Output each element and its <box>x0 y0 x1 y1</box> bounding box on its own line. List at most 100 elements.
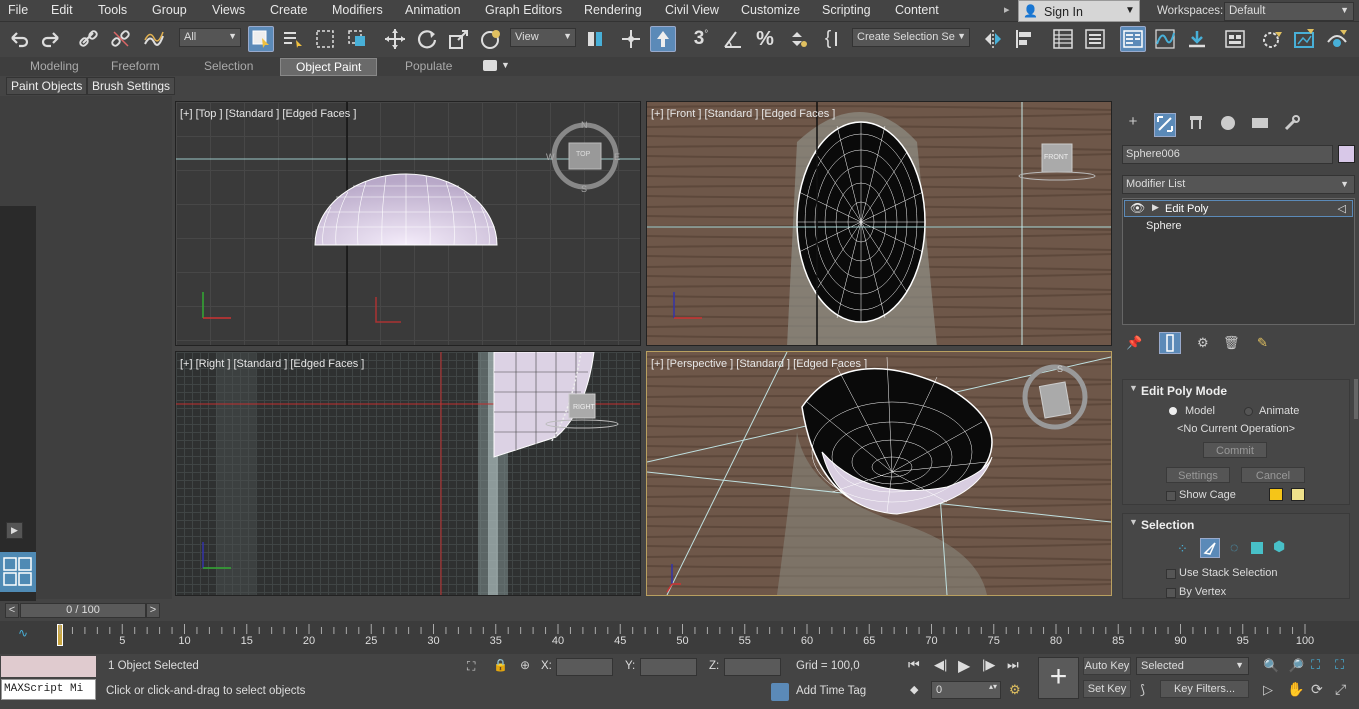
edit-poly-mode-title[interactable]: Edit Poly Mode <box>1141 384 1227 398</box>
material-editor-icon[interactable] <box>1222 26 1248 52</box>
menu-customize[interactable]: Customize <box>741 3 800 17</box>
object-color-swatch[interactable] <box>1338 145 1355 163</box>
render-setup-icon[interactable] <box>1260 26 1286 52</box>
vertex-subobject-icon[interactable]: ⁘ <box>1177 541 1188 557</box>
x-coordinate-field[interactable] <box>556 658 613 676</box>
snaps-toggle-icon[interactable]: 3 ° <box>688 26 714 52</box>
viewport-label-top[interactable]: [+] [Top ] [Standard ] [Edged Faces ] <box>180 108 356 120</box>
zoom-icon[interactable]: 🔍 <box>1263 658 1279 674</box>
create-tab-icon[interactable]: + <box>1122 113 1144 135</box>
collapse-icon[interactable]: ▼ <box>1129 383 1138 393</box>
z-coordinate-field[interactable] <box>724 658 781 676</box>
collapse-icon[interactable]: ▼ <box>1129 517 1138 527</box>
tab-modeling[interactable]: Modeling <box>30 59 79 73</box>
rotate-icon[interactable] <box>414 26 440 52</box>
viewcube-face-top[interactable]: TOP <box>576 151 590 158</box>
spinner-icon[interactable]: ▴▾ <box>989 682 997 691</box>
play-icon[interactable]: ▶ <box>958 656 970 676</box>
cage-color-swatch[interactable] <box>1269 488 1283 501</box>
maxscript-listener-pink[interactable] <box>1 656 96 677</box>
sign-in-dropdown[interactable]: 👤 Sign In ▼ <box>1018 0 1140 22</box>
scale-icon[interactable] <box>446 26 472 52</box>
move-icon[interactable] <box>382 26 408 52</box>
time-slider[interactable]: 0 / 100 <box>20 603 146 618</box>
menu-scripting[interactable]: Scripting <box>822 3 871 17</box>
model-radio[interactable] <box>1169 407 1177 415</box>
percent-snap-icon[interactable]: % <box>752 26 778 52</box>
menu-animation[interactable]: Animation <box>405 3 461 17</box>
viewcube-face-front[interactable]: FRONT <box>1044 154 1068 161</box>
schematic-view-icon[interactable] <box>1184 26 1210 52</box>
menu-group[interactable]: Group <box>152 3 187 17</box>
eye-icon[interactable]: 👁 <box>1130 201 1145 215</box>
use-stack-selection-checkbox[interactable] <box>1166 569 1176 579</box>
tab-selection[interactable]: Selection <box>204 59 253 73</box>
go-to-start-icon[interactable]: ⏮ <box>908 657 920 673</box>
border-subobject-icon[interactable]: ◌ <box>1230 539 1238 555</box>
bind-spacewarp-icon[interactable] <box>140 26 166 52</box>
menu-edit[interactable]: Edit <box>51 3 73 17</box>
pivot-center-icon[interactable] <box>582 26 608 52</box>
add-time-tag[interactable]: Add Time Tag <box>796 685 866 697</box>
zoom-extents-all-icon[interactable]: ⛶ <box>1335 657 1344 673</box>
placement-icon[interactable] <box>478 26 504 52</box>
tab-object-paint[interactable]: Object Paint <box>280 58 378 76</box>
rectangular-selection-icon[interactable] <box>312 26 338 52</box>
key-mode-toggle-icon[interactable]: ◆ <box>910 683 918 696</box>
zoom-all-icon[interactable]: 🔎 <box>1288 658 1304 674</box>
pan-icon[interactable]: ✋ <box>1287 681 1304 698</box>
expand-arrow-icon[interactable]: ▶ <box>1152 202 1159 213</box>
viewport-layout-icon[interactable] <box>0 552 36 592</box>
brush-settings-button[interactable]: Brush Settings <box>87 77 176 95</box>
configure-modifier-sets-icon[interactable]: ✎ <box>1257 335 1268 351</box>
y-coordinate-field[interactable] <box>640 658 697 676</box>
viewport-label-right[interactable]: [+] [Right ] [Standard ] [Edged Faces ] <box>180 358 364 370</box>
pin-stack-icon[interactable]: 📌 <box>1126 335 1142 351</box>
layer-explorer-icon[interactable] <box>1082 26 1108 52</box>
redo-icon[interactable] <box>38 26 64 52</box>
next-key-icon[interactable]: |▶ <box>982 657 995 673</box>
selection-title[interactable]: Selection <box>1141 518 1194 532</box>
undo-icon[interactable] <box>6 26 32 52</box>
hierarchy-tab-icon[interactable] <box>1186 113 1208 135</box>
unlink-icon[interactable] <box>108 26 134 52</box>
viewcube-face-right[interactable]: RIGHT <box>573 404 595 411</box>
menu-tools[interactable]: Tools <box>98 3 127 17</box>
expand-panel-icon[interactable]: ▶ <box>6 522 23 539</box>
menu-overflow-icon[interactable]: ▸ <box>1004 3 1010 16</box>
link-icon[interactable] <box>76 26 102 52</box>
field-of-view-icon[interactable]: ▷ <box>1263 682 1273 698</box>
modify-tab-icon[interactable] <box>1154 113 1176 137</box>
key-filters-button[interactable]: Key Filters... <box>1160 680 1249 698</box>
element-subobject-icon[interactable]: ⬢ <box>1273 538 1285 555</box>
window-crossing-icon[interactable] <box>344 26 370 52</box>
motion-tab-icon[interactable] <box>1218 113 1240 135</box>
by-vertex-checkbox[interactable] <box>1166 588 1176 598</box>
ribbon-toggle-icon[interactable] <box>1120 26 1146 52</box>
time-tag-icon[interactable] <box>771 683 789 701</box>
tab-freeform[interactable]: Freeform <box>111 59 160 73</box>
panel-scrollbar[interactable] <box>1354 379 1358 419</box>
show-cage-checkbox[interactable] <box>1166 491 1176 501</box>
menu-graph-editors[interactable]: Graph Editors <box>485 3 562 17</box>
remove-modifier-icon[interactable]: 🗑 <box>1223 335 1240 351</box>
paint-objects-button[interactable]: Paint Objects <box>6 77 88 95</box>
render-production-icon[interactable] <box>1324 26 1350 52</box>
menu-content[interactable]: Content <box>895 3 939 17</box>
menu-rendering[interactable]: Rendering <box>584 3 642 17</box>
object-name-field[interactable]: Sphere006 <box>1122 145 1333 164</box>
menu-civil-view[interactable]: Civil View <box>665 3 719 17</box>
select-object-icon[interactable] <box>248 26 274 52</box>
previous-frame-button[interactable]: < <box>5 603 19 618</box>
track-bar[interactable]: ∿ 5 10 15 20 25 30 35 40 45 50 55 60 65 70 75 80 85 90 95 1… <box>0 621 1359 654</box>
go-to-end-icon[interactable]: ⏭ <box>1007 657 1019 673</box>
orbit-icon[interactable]: ⟳ <box>1311 681 1323 698</box>
curve-editor-icon[interactable] <box>1152 26 1178 52</box>
default-in-out-tangents-icon[interactable]: ⟆ <box>1140 682 1145 698</box>
ribbon-options-icon[interactable] <box>483 60 497 71</box>
set-key-large-button[interactable]: + <box>1038 657 1079 699</box>
create-selection-set-dropdown[interactable]: Create Selection Se ▼ <box>852 28 970 47</box>
maxscript-mini-listener[interactable]: MAXScript Mi <box>1 679 96 700</box>
stack-item-edit-poly[interactable]: 👁 ▶ Edit Poly ◁ <box>1124 200 1353 217</box>
menu-file[interactable]: File <box>8 3 28 17</box>
